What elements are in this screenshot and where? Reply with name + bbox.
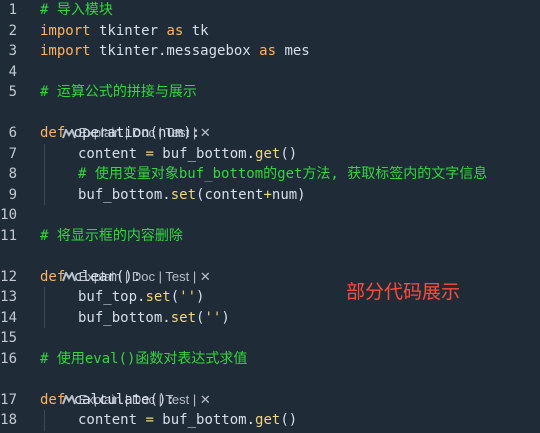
line-number: 1 [8, 2, 17, 18]
code-line-11[interactable]: 11 # 将显示框的内容删除 [0, 226, 540, 247]
code-text: buf_bottom.set('') [40, 307, 230, 328]
code-text: content = buf_bottom.get() [40, 410, 297, 431]
line-number: 14 [0, 309, 17, 326]
code-text: # 使用变量对象buf_bottom的get方法, 获取标签内的文字信息 [40, 164, 487, 185]
code-text: buf_bottom.set(content+num) [40, 184, 306, 205]
code-text: def operation(num): [40, 125, 201, 141]
line-number: 10 [0, 207, 17, 223]
comment-text: # 将显示框的内容删除 [40, 227, 183, 244]
code-text: def calculate(): [40, 391, 175, 408]
code-line-4[interactable]: 4 [0, 62, 540, 83]
line-number: 12 [0, 268, 17, 285]
code-lens-row[interactable]: Explain | Doc | Test | ✕ [0, 103, 540, 140]
code-lens-row[interactable]: Explain | Doc | Test | ✕ [0, 369, 540, 407]
red-annotation-label: 部分代码展示 [346, 281, 461, 303]
line-number: 9 [8, 186, 17, 203]
line-number: 11 [0, 227, 17, 244]
line-number: 15 [0, 330, 17, 346]
code-line-2[interactable]: 2 import tkinter as tk [0, 21, 540, 42]
code-text: content = buf_bottom.get() [40, 143, 297, 164]
comment-text: # 运算公式的拼接与展示 [40, 84, 197, 100]
code-editor[interactable]: 1 # 导入模块 2 import tkinter as tk 3 import… [0, 0, 540, 433]
code-lens-row[interactable]: Explain | Doc | Test | ✕ [0, 246, 540, 284]
code-text: buf_top.set('') [40, 287, 204, 308]
line-number: 17 [0, 391, 17, 408]
comment-text: # 导入模块 [40, 2, 113, 18]
line-number: 16 [0, 350, 17, 367]
code-line-7[interactable]: 7 content = buf_bottom.get() [0, 143, 540, 164]
code-line-1[interactable]: 1 # 导入模块 [0, 0, 540, 21]
code-text: import tkinter as tk [40, 22, 209, 39]
code-line-14[interactable]: 14 buf_bottom.set('') [0, 307, 540, 328]
code-line-9[interactable]: 9 buf_bottom.set(content+num) [0, 184, 540, 205]
comment-text: # 使用eval()函数对表达式求值 [40, 350, 248, 367]
code-line-16[interactable]: 16 # 使用eval()函数对表达式求值 [0, 349, 540, 370]
line-number: 18 [0, 412, 17, 428]
line-number: 3 [8, 43, 17, 59]
line-number: 8 [8, 166, 17, 182]
line-number: 4 [8, 63, 17, 80]
line-number: 5 [8, 84, 17, 100]
code-line-3[interactable]: 3 import tkinter.messagebox as mes [0, 41, 540, 62]
line-number: 2 [8, 22, 17, 39]
code-text: import tkinter.messagebox as mes [40, 43, 310, 59]
code-text: def clear(): [40, 268, 142, 285]
code-line-18[interactable]: 18 content = buf_bottom.get() [0, 410, 540, 431]
code-line-17[interactable]: 17 def calculate(): [0, 390, 540, 411]
line-number: 6 [8, 125, 17, 141]
code-line-10[interactable]: 10 [0, 205, 540, 226]
code-line-6[interactable]: 6 def operation(num): [0, 123, 540, 144]
code-line-15[interactable]: 15 [0, 328, 540, 349]
code-line-8[interactable]: 8 # 使用变量对象buf_bottom的get方法, 获取标签内的文字信息 [0, 164, 540, 185]
line-number: 13 [0, 289, 17, 305]
code-line-5[interactable]: 5 # 运算公式的拼接与展示 [0, 82, 540, 103]
line-number: 7 [8, 145, 17, 162]
